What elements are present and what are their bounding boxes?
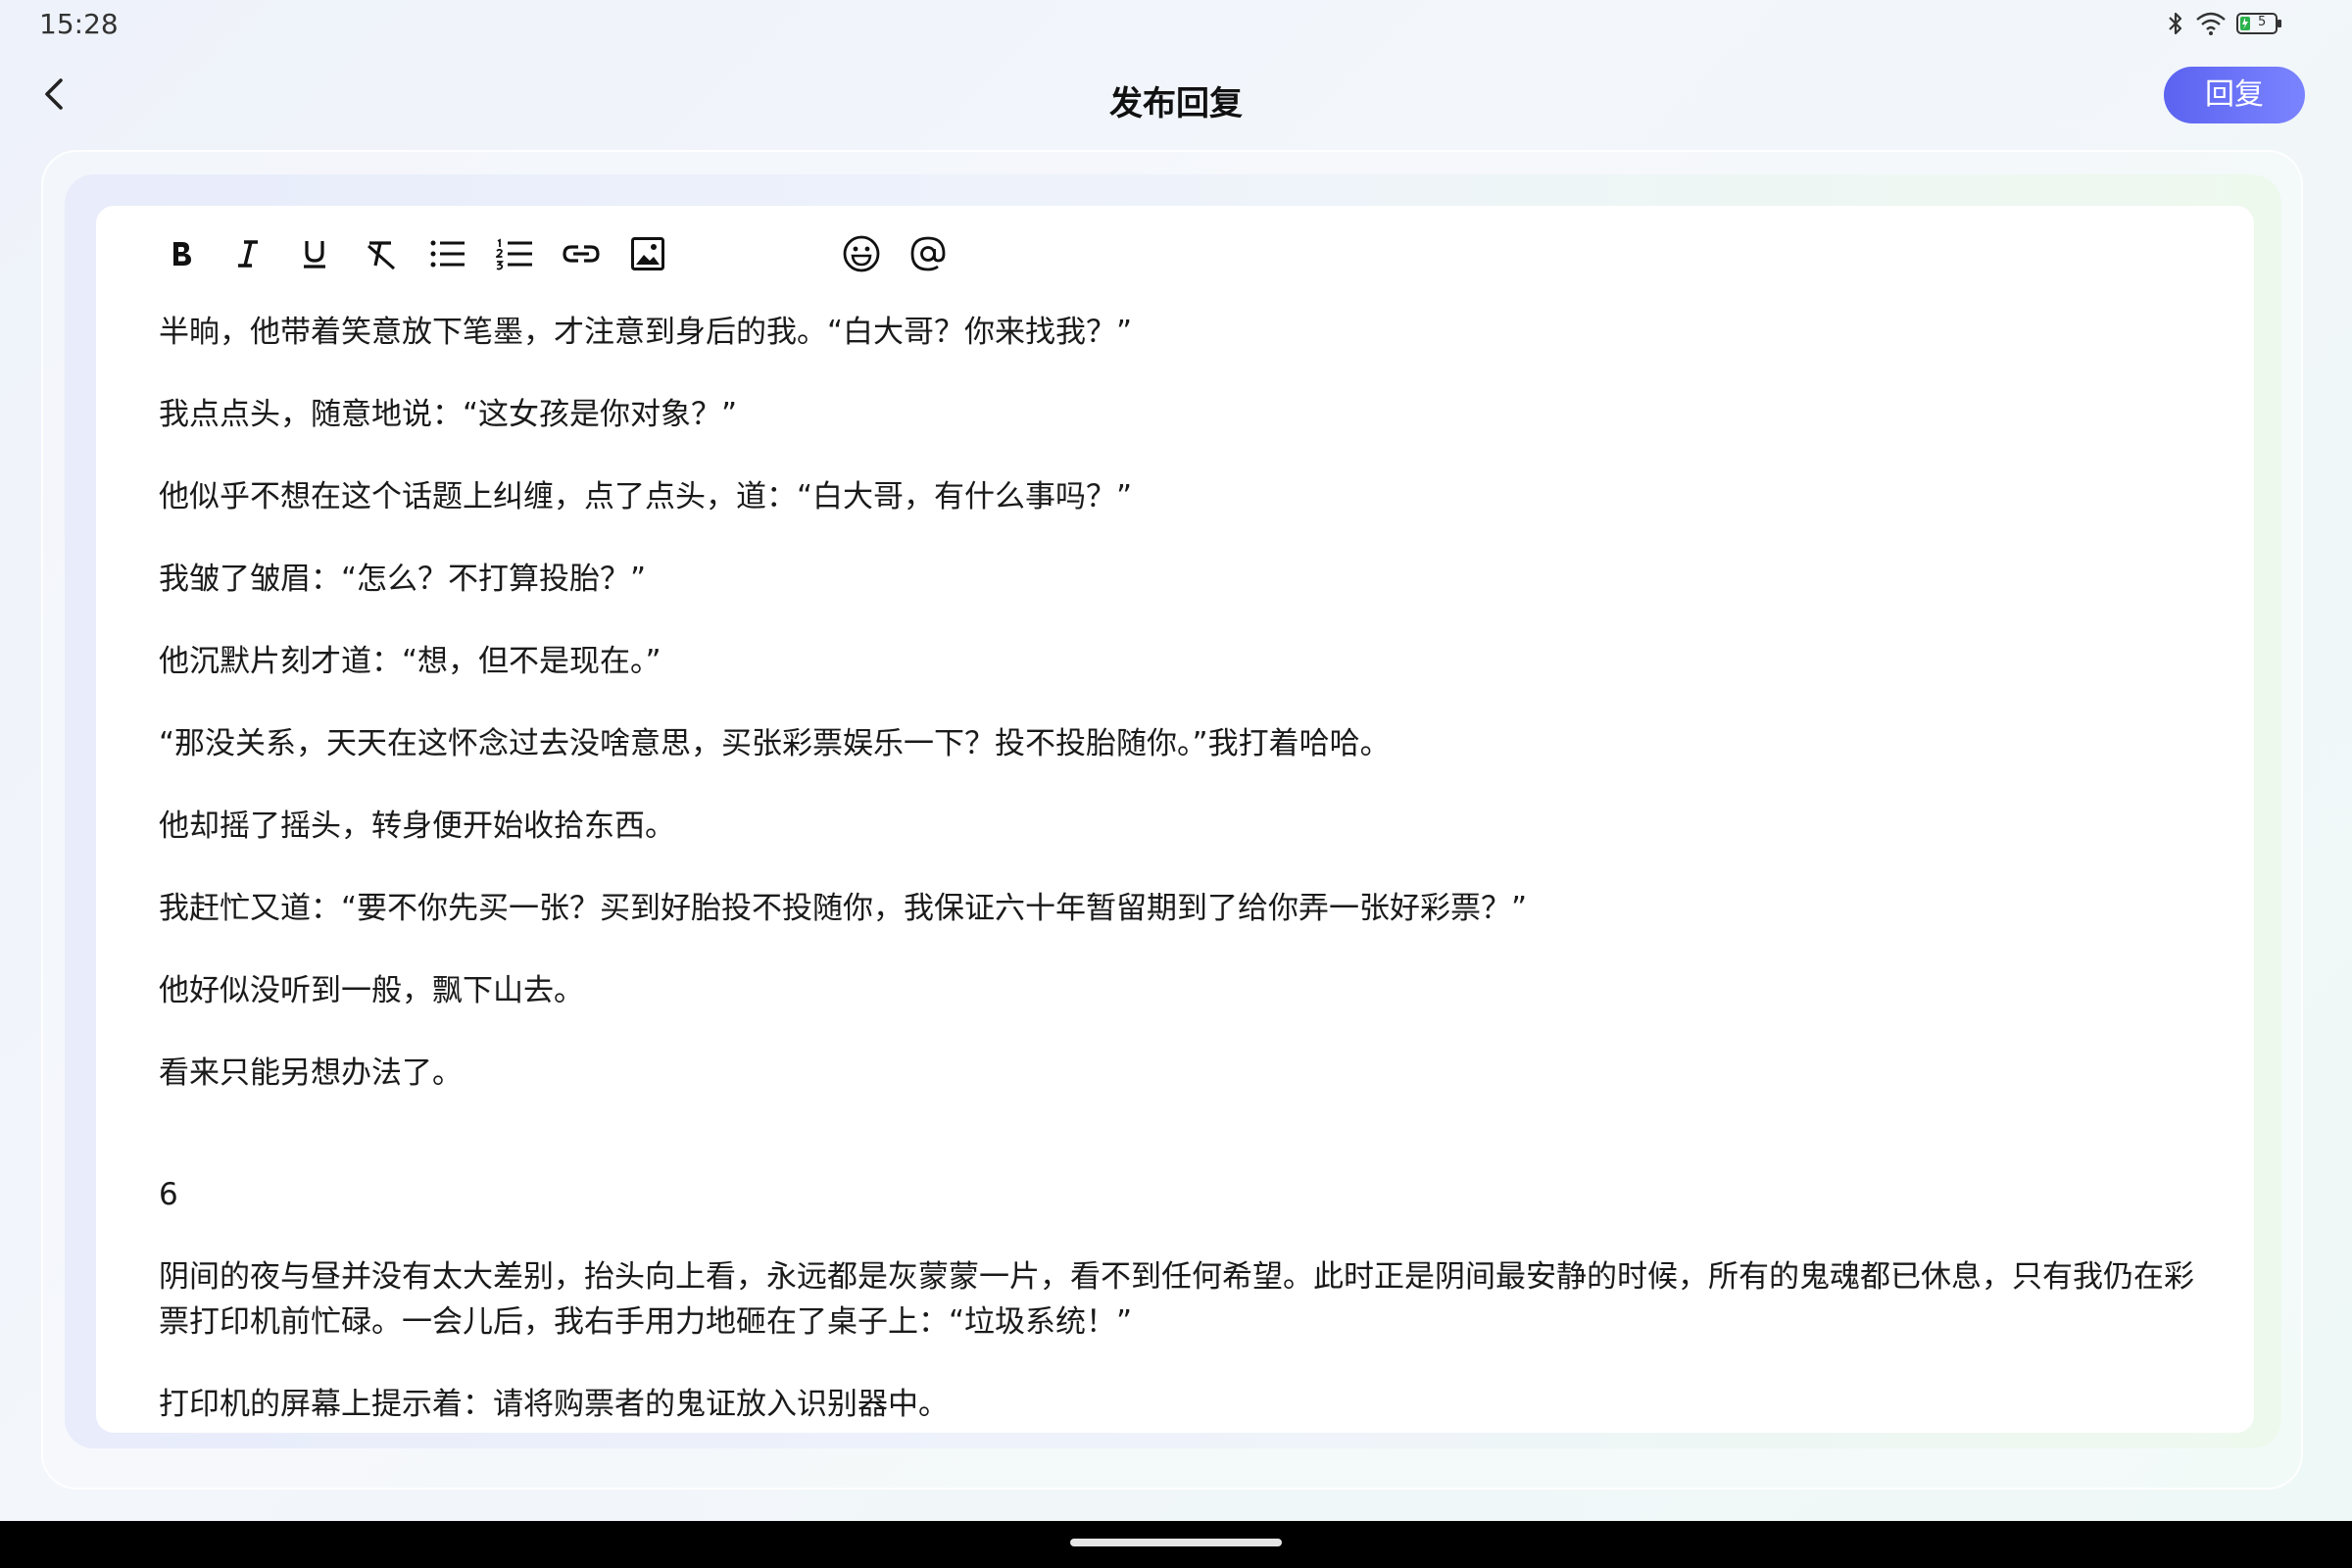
paragraph: 他沉默片刻才道：“想，但不是现在。” — [159, 644, 662, 679]
numbered-list-button[interactable] — [492, 231, 537, 276]
numbered-list-icon — [496, 238, 532, 270]
paragraph: 看来只能另想办法了。 — [159, 1055, 463, 1091]
paragraph: 半晌，他带着笑意放下笔墨，才注意到身后的我。“白大哥？你来找我？” — [159, 315, 1133, 350]
paragraph: “那没关系，天天在这怀念过去没啥意思，买张彩票娱乐一下？投不投胎随你。”我打着哈… — [159, 726, 1391, 761]
status-icons: 5 — [2166, 10, 2283, 37]
link-button[interactable] — [559, 231, 604, 276]
home-indicator[interactable] — [1070, 1539, 1282, 1546]
rich-text-editor[interactable]: 半晌，他带着笑意放下笔墨，才注意到身后的我。“白大哥？你来找我？” 我点点头，随… — [96, 206, 2254, 1433]
bold-button[interactable] — [159, 231, 204, 276]
bluetooth-icon — [2166, 10, 2185, 37]
underline-button[interactable] — [292, 231, 337, 276]
status-time: 15:28 — [39, 8, 119, 40]
link-icon — [563, 245, 600, 263]
status-bar: 15:28 5 — [0, 0, 2352, 51]
paragraph: 他却摇了摇头，转身便开始收拾东西。 — [159, 808, 675, 844]
editor-content[interactable]: 半晌，他带着笑意放下笔墨，才注意到身后的我。“白大哥？你来找我？” 我点点头，随… — [159, 310, 2207, 1433]
paragraph: 我点点头，随意地说：“这女孩是你对象？” — [159, 397, 738, 432]
italic-icon — [238, 240, 258, 268]
bullet-list-icon — [430, 240, 465, 268]
reply-button[interactable]: 回复 — [2164, 67, 2305, 123]
bullet-list-button[interactable] — [425, 231, 470, 276]
paragraph: 阴间的夜与昼并没有太大差别，抬头向上看，永远都是灰蒙蒙一片，看不到任何希望。此时… — [159, 1259, 2194, 1340]
clear-format-button[interactable] — [359, 231, 404, 276]
wifi-icon — [2195, 11, 2227, 36]
paragraph: 我皱了皱眉：“怎么？不打算投胎？” — [159, 562, 647, 597]
header: 发布回复 回复 — [0, 59, 2352, 137]
chapter-number: 6 — [159, 1177, 178, 1212]
page-title: 发布回复 — [1109, 84, 1243, 123]
underline-icon — [304, 241, 325, 269]
paragraph: 我赶忙又道：“要不你先买一张？买到好胎投不投随你，我保证六十年暂留期到了给你弄一… — [159, 891, 1528, 926]
battery-icon: 5 — [2236, 12, 2283, 35]
image-button[interactable] — [625, 231, 670, 276]
battery-level: 5 — [2258, 15, 2267, 29]
italic-button[interactable] — [225, 231, 270, 276]
at-sign-icon — [910, 236, 946, 271]
bold-icon — [173, 242, 191, 266]
clear-format-icon — [368, 241, 395, 270]
format-toolbar — [159, 229, 972, 278]
paragraph: 他好似没听到一般，飘下山去。 — [159, 973, 584, 1008]
mention-button[interactable] — [906, 231, 951, 276]
paragraph: 打印机的屏幕上提示着：请将购票者的鬼证放入识别器中。 — [159, 1387, 949, 1422]
image-icon — [631, 237, 664, 270]
system-nav-bar — [0, 1521, 2352, 1568]
paragraph: 他似乎不想在这个话题上纠缠，点了点头，道：“白大哥，有什么事吗？” — [159, 479, 1133, 514]
emoji-button[interactable] — [839, 231, 884, 276]
emoji-icon — [843, 235, 880, 272]
